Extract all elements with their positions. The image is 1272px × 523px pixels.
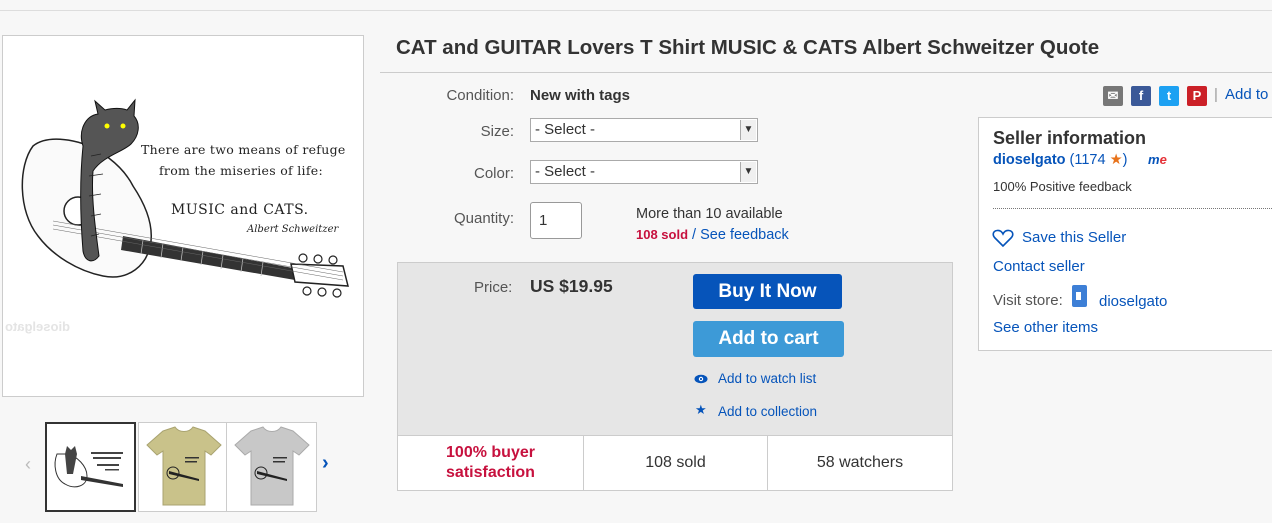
sold-separator: /	[688, 227, 701, 243]
thumbnail-design-image	[54, 446, 123, 488]
feedback-score-open[interactable]: (1174	[1066, 152, 1110, 168]
add-to-cart-button[interactable]: Add to cart	[693, 321, 844, 357]
positive-feedback-text: 100% Positive feedback	[993, 179, 1132, 194]
buyer-satisfaction-stat: 100% buyer satisfaction	[398, 436, 584, 490]
seller-divider	[993, 208, 1272, 209]
add-to-collection-link[interactable]: Add to collection	[718, 404, 817, 419]
sold-feedback-line: 108 sold / See feedback	[636, 227, 789, 243]
sold-stat: 108 sold	[584, 436, 768, 490]
save-this-seller-link[interactable]: Save this Seller	[1022, 229, 1126, 246]
availability-text: More than 10 available	[636, 206, 783, 222]
add-to-link[interactable]: Add to	[1225, 86, 1268, 103]
quote-line-3: MUSIC and CATS.	[171, 202, 309, 218]
ebay-me-icon[interactable]: me	[1148, 152, 1167, 167]
feedback-star-icon: ★	[1109, 152, 1123, 168]
price-label: Price:	[474, 279, 513, 296]
chevron-down-icon: ▼	[740, 120, 756, 140]
thumbnail-next-icon[interactable]: ›	[322, 452, 329, 475]
gray-shirt-image	[234, 426, 310, 506]
seller-heading: Seller information	[993, 128, 1147, 148]
see-other-items-link[interactable]: See other items	[993, 319, 1098, 336]
eye-icon	[694, 374, 708, 384]
see-feedback-link[interactable]: See feedback	[700, 227, 789, 243]
color-label: Color:	[473, 165, 514, 182]
thumbnail-1[interactable]	[45, 422, 136, 512]
twitter-share-icon[interactable]: t	[1159, 86, 1179, 106]
store-name-link[interactable]: dioselgato	[1099, 293, 1167, 310]
contact-seller-link[interactable]: Contact seller	[993, 258, 1085, 275]
watermark: dioselgato	[5, 319, 71, 334]
me-letter-e: e	[1159, 152, 1167, 167]
thumbnail-2[interactable]	[138, 422, 229, 512]
store-icon	[1072, 285, 1087, 307]
quantity-label: Quantity:	[453, 210, 514, 227]
email-share-icon[interactable]: ✉	[1103, 86, 1123, 106]
quantity-input[interactable]: 1	[530, 202, 582, 239]
size-select[interactable]: - Select - ▼	[530, 118, 758, 142]
sold-count-link[interactable]: 108 sold	[636, 227, 688, 242]
feedback-score-close: )	[1122, 152, 1128, 168]
visit-store-label: Visit store:	[993, 292, 1063, 309]
share-separator: |	[1214, 86, 1218, 103]
condition-label: Condition:	[446, 87, 514, 104]
heart-icon[interactable]	[992, 229, 1014, 248]
thumbnail-3[interactable]	[226, 422, 317, 512]
main-product-image[interactable]: There are two means of refuge from the m…	[2, 35, 364, 397]
color-select-value: - Select -	[535, 163, 596, 180]
tan-shirt-image	[146, 426, 222, 506]
size-label: Size:	[480, 123, 514, 140]
title-divider	[380, 72, 1272, 73]
star-icon: ★	[695, 402, 707, 417]
price-value: US $19.95	[530, 276, 613, 296]
chevron-down-icon: ▼	[740, 162, 756, 182]
stats-bar: 100% buyer satisfaction 108 sold 58 watc…	[397, 435, 953, 491]
seller-name-line: dioselgato (1174 ★)	[993, 152, 1127, 168]
facebook-share-icon[interactable]: f	[1131, 86, 1151, 106]
satisfaction-line-1: 100% buyer	[446, 444, 535, 461]
quote-line-2: from the miseries of life:	[159, 163, 323, 178]
product-title: CAT and GUITAR Lovers T Shirt MUSIC & CA…	[396, 36, 1100, 59]
thumbnail-prev-icon[interactable]: ‹	[25, 454, 31, 475]
quote-line-1: There are two means of refuge	[141, 142, 346, 157]
size-select-value: - Select -	[535, 121, 596, 138]
seller-name-link[interactable]: dioselgato	[993, 152, 1066, 168]
add-to-watch-list-link[interactable]: Add to watch list	[718, 371, 816, 386]
watchers-stat: 58 watchers	[816, 454, 904, 471]
me-letter-m: m	[1148, 152, 1160, 167]
buy-it-now-button[interactable]: Buy It Now	[693, 274, 842, 309]
quote-author: Albert Schweitzer	[247, 224, 339, 235]
top-divider	[0, 10, 1272, 11]
pinterest-share-icon[interactable]: P	[1187, 86, 1207, 106]
satisfaction-line-2: satisfaction	[446, 464, 535, 481]
color-select[interactable]: - Select - ▼	[530, 160, 758, 184]
condition-value: New with tags	[530, 87, 631, 104]
